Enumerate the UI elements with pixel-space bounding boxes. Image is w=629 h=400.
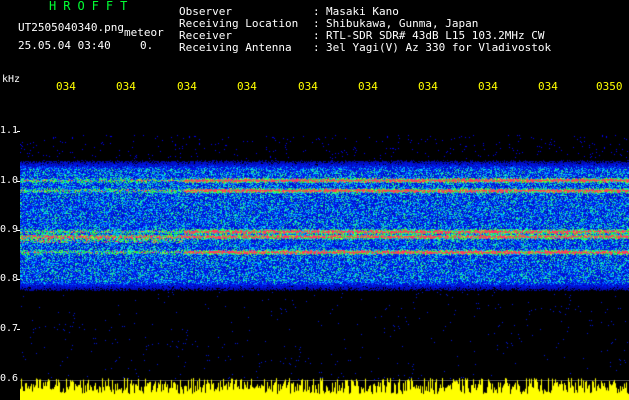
- y-tick-label: 0.9: [0, 224, 19, 235]
- date-time: 25.05.04 03:40: [18, 39, 111, 52]
- spectrogram-canvas: [20, 98, 629, 380]
- meteor-count: 0.: [140, 39, 154, 52]
- y-tick-label: 0.8: [0, 273, 19, 284]
- x-tick-label: 034: [237, 80, 257, 93]
- y-tick-label: 0.7: [0, 323, 19, 334]
- x-tick-label: 034: [538, 80, 558, 93]
- x-tick-label: 034: [298, 80, 318, 93]
- spectrogram: [20, 98, 629, 380]
- meteor-label: meteor: [124, 26, 164, 39]
- x-tick-label: 034: [358, 80, 378, 93]
- noise-level-bars: [20, 372, 629, 400]
- x-tick-label: 034: [177, 80, 197, 93]
- x-tick-label: 034: [478, 80, 498, 93]
- y-tick-label: 1.0: [0, 175, 19, 186]
- x-tick-label: 034: [116, 80, 136, 93]
- x-tick-label: 0350: [596, 80, 623, 93]
- antenna-label: Receiving Antenna: [179, 41, 292, 54]
- antenna-value: 3el Yagi(V) Az 330 for Vladivostok: [326, 41, 552, 54]
- y-axis-unit: kHz: [2, 74, 21, 85]
- file-name: UT2505040340.png: [18, 21, 124, 34]
- y-tick-label: 0.6: [0, 373, 19, 384]
- y-tick-label: 1.1: [0, 125, 19, 136]
- brand-title: HROFFT: [49, 0, 135, 13]
- x-tick-label: 034: [418, 80, 438, 93]
- x-tick-label: 034: [56, 80, 76, 93]
- antenna-separator: :: [313, 41, 320, 54]
